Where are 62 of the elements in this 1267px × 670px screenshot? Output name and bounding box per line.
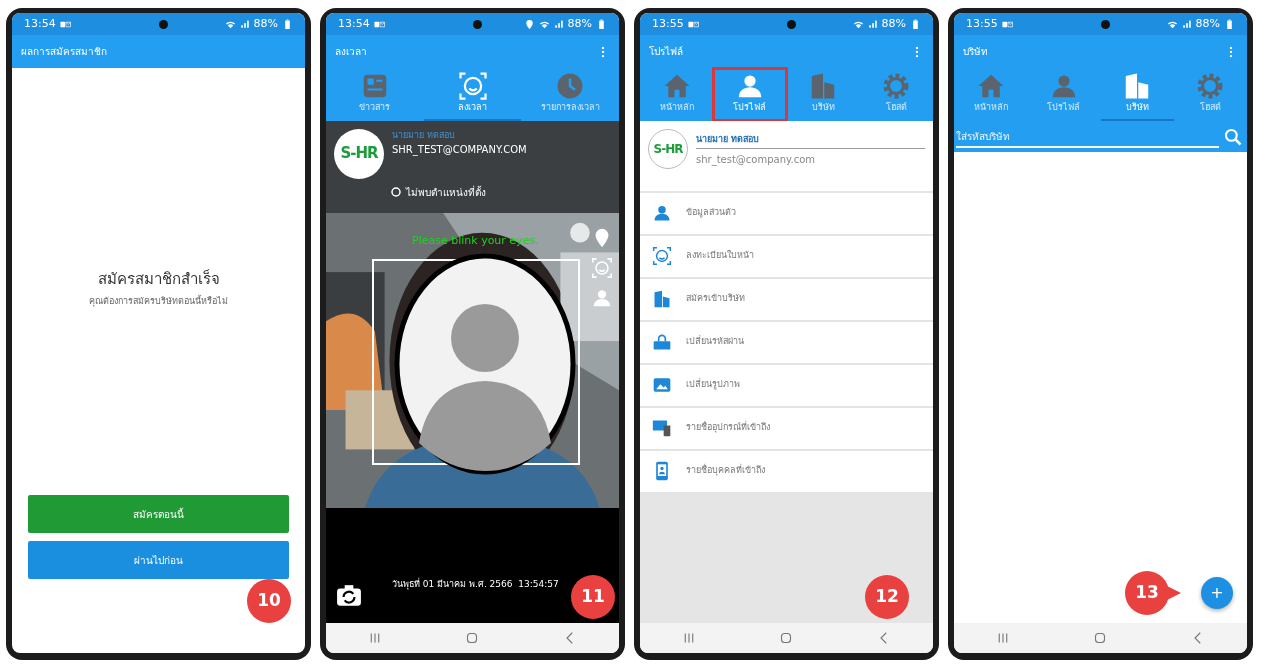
signal-icon (867, 19, 878, 29)
tab[interactable]: ข่าวสาร (326, 68, 424, 121)
face-scan-icon (457, 71, 488, 101)
camera-hole (472, 20, 482, 29)
location-status-icon (390, 186, 402, 198)
switch-camera-icon[interactable] (336, 583, 362, 609)
logo: S-HR (648, 128, 688, 169)
battery-icon (1224, 18, 1235, 30)
step-badge: 13 (1125, 571, 1169, 615)
camera-hole (1100, 20, 1110, 29)
search-field[interactable]: ใส่รหัสบริษัท (954, 120, 1247, 152)
action-button[interactable]: สมัครตอนนี้ (28, 495, 289, 533)
battery-icon (910, 18, 921, 30)
signal-icon (1181, 19, 1192, 29)
tab[interactable]: หน้าหลัก (640, 68, 714, 121)
status-time: 13:55 (652, 15, 684, 32)
user-email: shr_test@company.com (696, 153, 817, 167)
battery-level: 88% (881, 15, 906, 32)
lock-icon (652, 332, 672, 352)
status-time: 13:54 (338, 15, 370, 32)
badge-pointer (1167, 586, 1181, 600)
screen-title: ผลการสมัครสมาชิก (21, 45, 107, 59)
action-button[interactable]: ผ่านไปก่อน (28, 541, 289, 579)
step-badge: 10 (247, 579, 291, 623)
battery-icon (282, 18, 293, 30)
search-icon[interactable] (1223, 127, 1243, 147)
user-email: SHR_TEST@COMPANY.COM (392, 143, 527, 157)
battery-icon (596, 18, 607, 30)
person-icon (652, 203, 672, 223)
camera-hole (786, 20, 796, 29)
signal-icon (239, 19, 250, 29)
building-icon (652, 289, 672, 309)
screen-title: โปรไฟล์ (649, 45, 683, 59)
status-time: 13:55 (966, 15, 998, 32)
user-name: นายมาย ทดสอบ (696, 128, 925, 149)
battery-level: 88% (253, 15, 278, 32)
tab[interactable]: หน้าหลัก (954, 68, 1028, 121)
blink-prompt: Please blink your eyes. (412, 232, 539, 249)
user-name: นายมาย ทดสอบ (392, 128, 456, 142)
screen-title: ลงเวลา (335, 45, 367, 59)
battery-level: 88% (1195, 15, 1220, 32)
logo: S-HR (334, 128, 384, 179)
tab[interactable]: โฮสต์ (859, 68, 933, 121)
face-scan-icon (652, 246, 672, 266)
timestamp: วันพุธที่ 01 มีนาคม พ.ศ. 2566 13:54:57 (392, 577, 559, 591)
battery-level: 88% (567, 15, 592, 32)
add-button[interactable]: + (1201, 577, 1233, 609)
prompt-text: คุณต้องการสมัครบริษัทตอนนี้หรือไม่ (89, 294, 228, 308)
tab[interactable]: รายการลงเวลา (521, 68, 619, 121)
screen-title: บริษัท (963, 45, 988, 59)
tab[interactable]: โปรไฟล์ (1027, 68, 1101, 121)
image-icon (652, 375, 672, 395)
devices-icon (652, 418, 672, 438)
tab[interactable]: บริษัท (786, 68, 860, 121)
location-status: ไม่พบตำแหน่งที่ตั้ง (406, 184, 486, 200)
status-time: 13:54 (24, 15, 56, 32)
face-button-icon[interactable] (591, 256, 613, 279)
tab[interactable]: โปรไฟล์ (713, 68, 787, 121)
tab[interactable]: โฮสต์ (1173, 68, 1247, 121)
signal-icon (553, 19, 564, 29)
success-heading: สมัครสมาชิกสำเร็จ (97, 268, 220, 290)
camera-hole (158, 20, 168, 29)
